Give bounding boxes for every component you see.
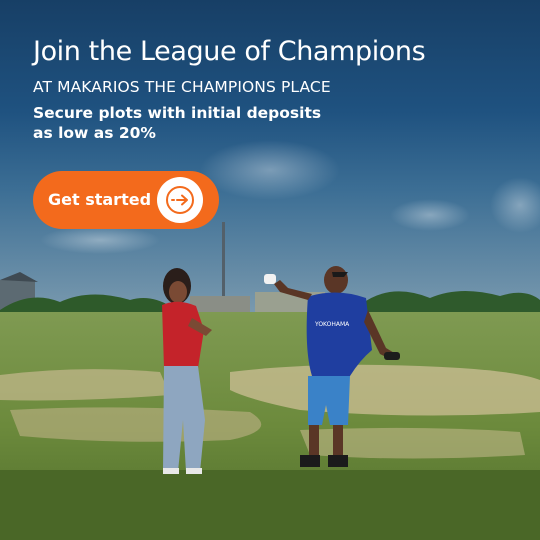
- headline: Join the League of Champions: [33, 36, 426, 67]
- arrow-right-circle-icon: [157, 177, 203, 223]
- subheadline: AT MAKARIOS THE CHAMPIONS PLACE: [33, 78, 331, 96]
- tagline-line-2: as low as 20%: [33, 124, 156, 142]
- tagline-line-1: Secure plots with initial deposits: [33, 104, 322, 122]
- get-started-button[interactable]: Get started: [33, 171, 219, 229]
- promo-banner: YOKOHAMA Join the League of Champions AT…: [0, 0, 540, 540]
- jersey-text: YOKOHAMA: [314, 321, 350, 328]
- get-started-label: Get started: [48, 190, 152, 209]
